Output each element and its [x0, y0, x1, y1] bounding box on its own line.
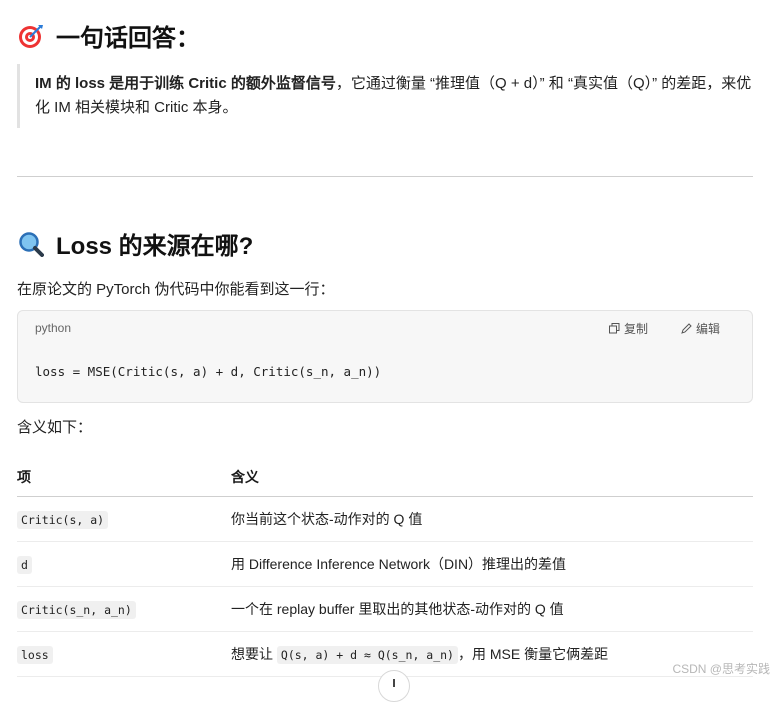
- quote-bold: IM 的 loss 是用于训练 Critic 的额外监督信号: [35, 75, 336, 92]
- magnifier-icon: [19, 231, 44, 257]
- watermark: CSDN @思考实践: [672, 662, 770, 676]
- row-meaning: 你当前这个状态-动作对的 Q 值: [231, 511, 423, 527]
- heading-answer: 一句话回答：: [18, 18, 200, 53]
- copy-icon: [608, 323, 620, 334]
- table-row: loss 想要让 Q(s, a) + d ≈ Q(s_n, a_n) ，用 MSE…: [17, 631, 753, 677]
- heading-answer-text: 一句话回答：: [56, 25, 200, 52]
- code-line: loss = MSE(Critic(s, a) + d, Critic(s_n,…: [35, 364, 382, 379]
- edit-label: 编辑: [695, 322, 720, 336]
- copy-label: 复制: [623, 322, 648, 336]
- meaning-label: 含义如下：: [17, 419, 93, 436]
- row-item: Critic(s_n, a_n): [17, 601, 136, 619]
- divider: [17, 176, 753, 177]
- code-language: python: [35, 321, 72, 335]
- table-header-item: 项: [17, 458, 231, 497]
- pencil-icon: [681, 323, 692, 334]
- table-row: Critic(s_n, a_n) 一个在 replay buffer 里取出的其…: [17, 586, 753, 632]
- intro-text: 在原论文的 PyTorch 伪代码中你能看到这一行：: [17, 281, 335, 298]
- row-meaning-pre: 想要让: [231, 646, 277, 662]
- meaning-table: 项 含义 Critic(s, a) 你当前这个状态-动作对的 Q 值 d 用 D…: [17, 458, 753, 677]
- edit-button[interactable]: 编辑: [681, 320, 720, 337]
- row-meaning: 用 Difference Inference Network（DIN）推理出的差…: [231, 556, 567, 572]
- arrow-down-icon: [393, 679, 395, 687]
- table-row: d 用 Difference Inference Network（DIN）推理出…: [17, 541, 753, 587]
- row-item: Critic(s, a): [17, 511, 109, 529]
- heading-loss: Loss 的来源在哪?: [18, 226, 253, 261]
- row-meaning: 一个在 replay buffer 里取出的其他状态-动作对的 Q 值: [231, 601, 564, 617]
- row-item: loss: [17, 646, 53, 664]
- scroll-down-button[interactable]: [378, 670, 410, 702]
- code-block: python 复制 编辑 loss = MSE(Critic(s, a) + d…: [17, 310, 753, 403]
- copy-button[interactable]: 复制: [608, 320, 648, 337]
- answer-quote: IM 的 loss 是用于训练 Critic 的额外监督信号，它通过衡量 “推理…: [17, 64, 753, 128]
- row-item: d: [17, 556, 32, 574]
- table-row: Critic(s, a) 你当前这个状态-动作对的 Q 值: [17, 496, 753, 542]
- heading-loss-text: Loss 的来源在哪?: [56, 233, 254, 260]
- target-icon: [19, 24, 43, 48]
- table-header-meaning: 含义: [231, 458, 753, 497]
- row-meaning-post: ，用 MSE 衡量它俩差距: [457, 646, 609, 662]
- row-meaning-code: Q(s, a) + d ≈ Q(s_n, a_n): [276, 646, 458, 664]
- table-header-row: 项 含义: [17, 458, 753, 497]
